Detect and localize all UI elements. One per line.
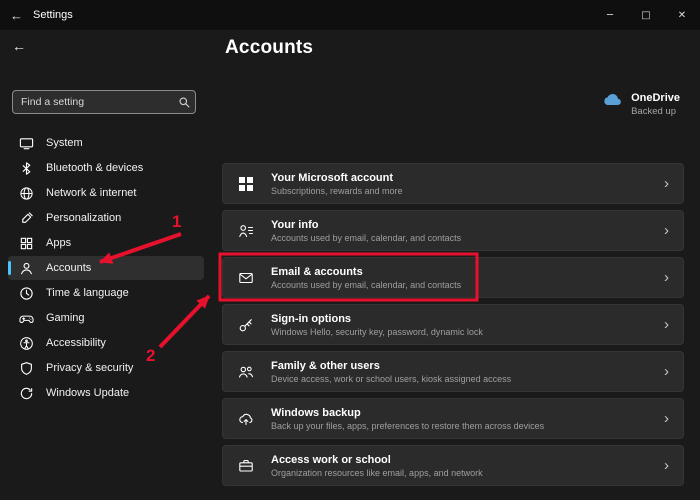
- chevron-right-icon: ›: [664, 270, 669, 285]
- search-box[interactable]: [12, 90, 196, 114]
- brush-icon: [18, 210, 34, 226]
- sidebar-item-label: Personalization: [46, 212, 121, 224]
- cloud-backup-icon: [237, 411, 255, 427]
- briefcase-icon: [237, 458, 255, 474]
- onedrive-name: OneDrive: [631, 92, 680, 104]
- minimize-button[interactable]: ─: [592, 0, 628, 30]
- card-title: Windows backup: [271, 407, 648, 419]
- apps-grid-icon: [18, 235, 34, 251]
- onedrive-cloud-icon: [601, 92, 623, 113]
- sidebar-item-label: Bluetooth & devices: [46, 162, 143, 174]
- sidebar-item-bluetooth-devices[interactable]: Bluetooth & devices: [8, 156, 204, 180]
- chevron-right-icon: ›: [664, 176, 669, 191]
- card-title: Email & accounts: [271, 266, 648, 278]
- microsoft-logo-icon: [237, 177, 255, 191]
- sidebar-item-label: Accessibility: [46, 337, 106, 349]
- card-access-work-school[interactable]: Access work or school Organization resou…: [222, 445, 684, 486]
- card-text: Sign-in options Windows Hello, security …: [271, 313, 648, 337]
- card-title: Access work or school: [271, 454, 648, 466]
- card-text: Family & other users Device access, work…: [271, 360, 648, 384]
- card-subtitle: Organization resources like email, apps,…: [271, 468, 648, 478]
- sidebar-item-label: Gaming: [46, 312, 85, 324]
- bluetooth-icon: [18, 160, 34, 176]
- window-controls: ─ □ ✕: [592, 0, 700, 30]
- card-microsoft-account[interactable]: Your Microsoft account Subscriptions, re…: [222, 163, 684, 204]
- system-icon: [18, 135, 34, 151]
- card-title: Your Microsoft account: [271, 172, 648, 184]
- card-text: Access work or school Organization resou…: [271, 454, 648, 478]
- page-title: Accounts: [225, 37, 313, 59]
- sidebar-item-personalization[interactable]: Personalization: [8, 206, 204, 230]
- card-subtitle: Subscriptions, rewards and more: [271, 186, 648, 196]
- gamepad-icon: [18, 310, 34, 326]
- onedrive-backup-status: Backed up: [631, 106, 680, 117]
- main-content: Accounts OneDrive Backed up Your Microso…: [212, 30, 700, 500]
- key-icon: [237, 317, 255, 333]
- card-subtitle: Device access, work or school users, kio…: [271, 374, 648, 384]
- clock-icon: [18, 285, 34, 301]
- window-title: Settings: [33, 9, 73, 21]
- globe-icon: [18, 185, 34, 201]
- sidebar-item-label: Privacy & security: [46, 362, 133, 374]
- card-family-other-users[interactable]: Family & other users Device access, work…: [222, 351, 684, 392]
- people-icon: [237, 364, 255, 380]
- sidebar-item-windows-update[interactable]: Windows Update: [8, 381, 204, 405]
- card-subtitle: Accounts used by email, calendar, and co…: [271, 233, 648, 243]
- card-email-accounts[interactable]: Email & accounts Accounts used by email,…: [222, 257, 684, 298]
- search-input[interactable]: [13, 91, 173, 113]
- update-icon: [18, 385, 34, 401]
- card-your-info[interactable]: Your info Accounts used by email, calend…: [222, 210, 684, 251]
- card-subtitle: Accounts used by email, calendar, and co…: [271, 280, 648, 290]
- person-card-icon: [237, 223, 255, 239]
- card-text: Windows backup Back up your files, apps,…: [271, 407, 648, 431]
- chevron-right-icon: ›: [664, 317, 669, 332]
- card-title: Your info: [271, 219, 648, 231]
- card-text: Email & accounts Accounts used by email,…: [271, 266, 648, 290]
- person-icon: [18, 260, 34, 276]
- sidebar-item-label: Apps: [46, 237, 71, 249]
- titlebar-back-icon[interactable]: ←: [10, 8, 23, 23]
- card-text: Your Microsoft account Subscriptions, re…: [271, 172, 648, 196]
- onedrive-text: OneDrive Backed up: [631, 92, 680, 117]
- settings-card-list: Your Microsoft account Subscriptions, re…: [222, 163, 684, 492]
- sidebar-item-time-language[interactable]: Time & language: [8, 281, 204, 305]
- chevron-right-icon: ›: [664, 223, 669, 238]
- maximize-button[interactable]: □: [628, 0, 664, 30]
- accessibility-icon: [18, 335, 34, 351]
- sidebar-item-privacy-security[interactable]: Privacy & security: [8, 356, 204, 380]
- search-icon: [173, 96, 195, 109]
- envelope-icon: [237, 270, 255, 286]
- sidebar-item-accounts[interactable]: Accounts: [8, 256, 204, 280]
- sidebar: System Bluetooth & devices Network & int…: [0, 30, 212, 500]
- card-subtitle: Windows Hello, security key, password, d…: [271, 327, 648, 337]
- card-subtitle: Back up your files, apps, preferences to…: [271, 421, 648, 431]
- shield-icon: [18, 360, 34, 376]
- chevron-right-icon: ›: [664, 411, 669, 426]
- sidebar-item-accessibility[interactable]: Accessibility: [8, 331, 204, 355]
- sidebar-item-label: Network & internet: [46, 187, 136, 199]
- sidebar-item-network-internet[interactable]: Network & internet: [8, 181, 204, 205]
- titlebar: ← Settings ─ □ ✕: [0, 0, 700, 30]
- sidebar-nav: System Bluetooth & devices Network & int…: [0, 130, 212, 406]
- card-signin-options[interactable]: Sign-in options Windows Hello, security …: [222, 304, 684, 345]
- card-title: Family & other users: [271, 360, 648, 372]
- titlebar-left: ← Settings: [0, 8, 73, 23]
- sidebar-item-label: Time & language: [46, 287, 129, 299]
- chevron-right-icon: ›: [664, 364, 669, 379]
- onedrive-status[interactable]: OneDrive Backed up: [601, 92, 680, 117]
- close-button[interactable]: ✕: [664, 0, 700, 30]
- sidebar-item-label: Windows Update: [46, 387, 129, 399]
- chevron-right-icon: ›: [664, 458, 669, 473]
- card-text: Your info Accounts used by email, calend…: [271, 219, 648, 243]
- sidebar-item-system[interactable]: System: [8, 131, 204, 155]
- sidebar-item-gaming[interactable]: Gaming: [8, 306, 204, 330]
- card-windows-backup[interactable]: Windows backup Back up your files, apps,…: [222, 398, 684, 439]
- sidebar-item-apps[interactable]: Apps: [8, 231, 204, 255]
- card-title: Sign-in options: [271, 313, 648, 325]
- sidebar-item-label: Accounts: [46, 262, 91, 274]
- sidebar-item-label: System: [46, 137, 83, 149]
